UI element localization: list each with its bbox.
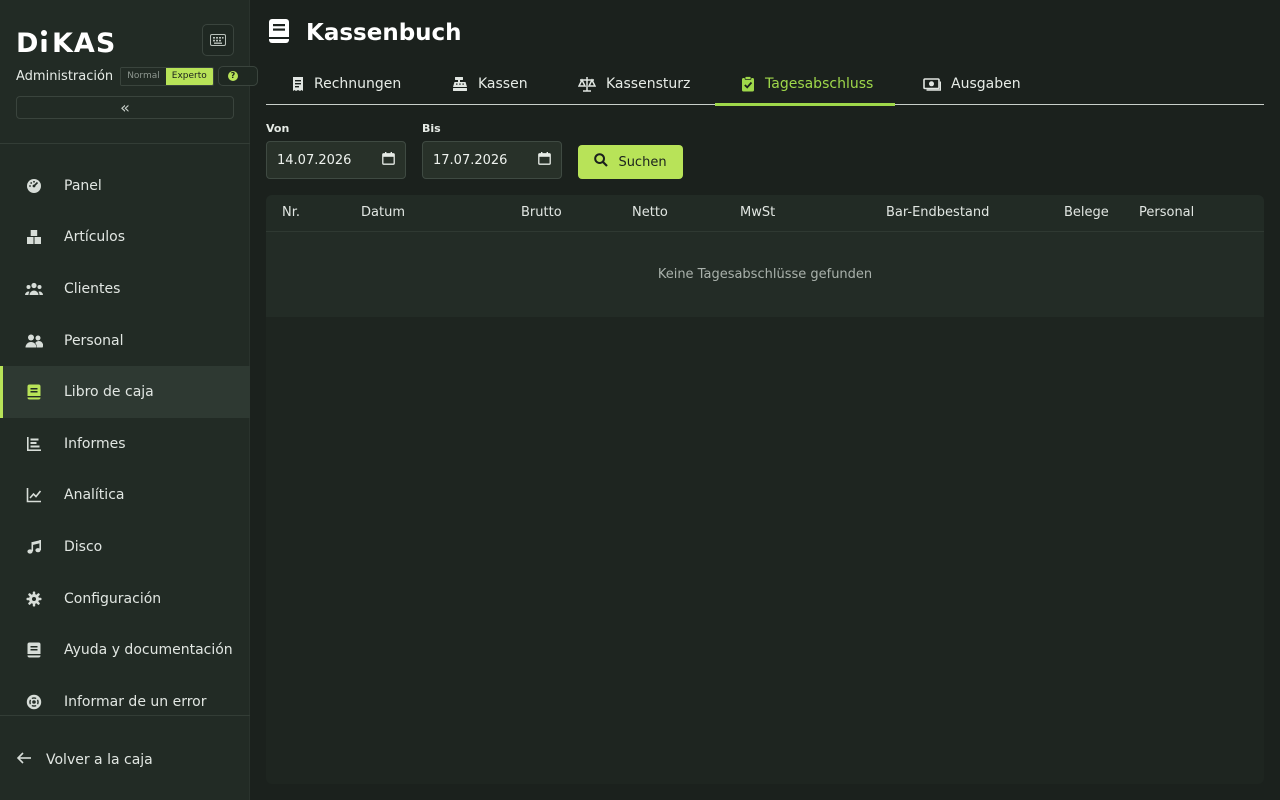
dashboard-icon [24, 176, 44, 196]
daily-closing-table: Nr. Datum Brutto Netto MwSt Bar-Endbesta… [266, 195, 1264, 784]
help-icon: ? [228, 71, 238, 81]
tab-kassen[interactable]: Kassen [452, 64, 528, 104]
sidebar-item-label: Disco [64, 538, 103, 555]
sidebar-item-label: Clientes [64, 280, 121, 297]
sidebar-item-label: Informar de un error [64, 693, 207, 710]
tab-tagesabschluss[interactable]: Tagesabschluss [715, 64, 895, 106]
boxes-icon [24, 227, 44, 247]
sidebar-item-configuracion[interactable]: Configuración [0, 573, 250, 625]
staff-icon [24, 331, 44, 351]
sidebar-item-informes[interactable]: Informes [0, 418, 250, 470]
mode-normal[interactable]: Normal [121, 67, 166, 85]
gear-icon [24, 589, 44, 609]
chevrons-left-icon: « [120, 98, 130, 117]
sidebar-item-clientes[interactable]: Clientes [0, 263, 250, 315]
divider [0, 143, 250, 144]
sidebar-item-libro-de-caja[interactable]: Libro de caja [0, 366, 250, 418]
arrow-left-icon [16, 750, 32, 769]
page-header: Kassenbuch [268, 18, 462, 48]
tab-bar: Rechnungen Kassen Kassensturz Tagesabsch… [266, 64, 1264, 106]
to-date-value: 17.07.2026 [433, 152, 508, 168]
users-icon [24, 279, 44, 299]
back-label: Volver a la caja [46, 751, 153, 768]
sidebar-item-ayuda[interactable]: Ayuda y documentación [0, 624, 250, 676]
from-date-input[interactable]: 14.07.2026 [266, 141, 406, 179]
role-row: Administración Normal Experto [16, 66, 214, 86]
book-icon [24, 382, 44, 402]
column-header-nr: Nr. [282, 205, 301, 220]
sidebar-item-label: Personal [64, 332, 124, 349]
lifebuoy-icon [24, 692, 44, 712]
back-to-register-button[interactable]: Volver a la caja [16, 750, 153, 769]
sidebar-item-label: Ayuda y documentación [64, 642, 233, 659]
line-chart-icon [24, 485, 44, 505]
sidebar-item-informar-error[interactable]: Informar de un error [0, 676, 250, 728]
tab-label: Rechnungen [314, 76, 402, 92]
money-icon [923, 77, 941, 91]
sidebar-nav: Panel Artículos Clientes Personal Libro … [0, 160, 250, 728]
book-icon [268, 18, 290, 48]
sidebar-item-articulos[interactable]: Artículos [0, 212, 250, 264]
sidebar-item-disco[interactable]: Disco [0, 521, 250, 573]
app-logo: D KAS [16, 24, 122, 67]
tab-rechnungen[interactable]: Rechnungen [292, 64, 401, 104]
keyboard-icon [210, 31, 226, 50]
column-header-bar-endbestand: Bar-Endbestand [886, 205, 990, 220]
calendar-icon[interactable] [382, 151, 395, 169]
tab-label: Ausgaben [951, 76, 1021, 92]
search-button[interactable]: Suchen [578, 145, 683, 179]
tab-label: Tagesabschluss [765, 76, 874, 92]
bar-chart-icon [24, 434, 44, 454]
cash-register-icon [452, 76, 468, 92]
tab-label: Kassen [478, 76, 528, 92]
search-button-label: Suchen [618, 154, 667, 170]
sidebar-item-label: Panel [64, 177, 102, 194]
column-header-mwst: MwSt [740, 205, 776, 220]
from-date-value: 14.07.2026 [277, 152, 352, 168]
sidebar-item-personal[interactable]: Personal [0, 315, 250, 367]
tab-label: Kassensturz [606, 76, 691, 92]
svg-text:KAS: KAS [52, 28, 116, 58]
divider [0, 715, 250, 716]
sidebar-item-label: Configuración [64, 590, 162, 607]
to-date-input[interactable]: 17.07.2026 [422, 141, 562, 179]
scale-icon [578, 76, 596, 92]
svg-text:D: D [16, 28, 39, 58]
page-title: Kassenbuch [306, 20, 462, 46]
music-icon [24, 537, 44, 557]
column-header-belege: Belege [1064, 205, 1109, 220]
empty-state-message: Keine Tagesabschlüsse gefunden [266, 232, 1264, 317]
sidebar-item-analitica[interactable]: Analítica [0, 470, 250, 522]
sidebar-item-label: Artículos [64, 229, 126, 246]
sidebar-item-label: Analítica [64, 487, 125, 504]
to-date-label: Bis [422, 122, 441, 135]
sidebar-item-label: Libro de caja [64, 384, 154, 401]
collapse-sidebar-button[interactable]: « [16, 96, 234, 119]
tab-kassensturz[interactable]: Kassensturz [578, 64, 690, 104]
column-header-datum: Datum [361, 205, 405, 220]
mode-toggle[interactable]: Normal Experto [120, 66, 214, 86]
column-header-brutto: Brutto [521, 205, 562, 220]
clipboard-check-icon [741, 76, 755, 92]
column-header-personal: Personal [1139, 205, 1195, 220]
sidebar-item-label: Informes [64, 435, 126, 452]
column-header-netto: Netto [632, 205, 668, 220]
sidebar: D KAS Administración Normal Experto ? « … [0, 0, 258, 800]
help-button[interactable]: ? [218, 66, 258, 86]
sidebar-item-panel[interactable]: Panel [0, 160, 250, 212]
document-icon [24, 640, 44, 660]
calendar-icon[interactable] [538, 151, 551, 169]
mode-expert[interactable]: Experto [165, 67, 213, 85]
from-date-label: Von [266, 122, 290, 135]
role-label: Administración [16, 68, 114, 84]
receipt-icon [292, 76, 304, 92]
keyboard-button[interactable] [202, 24, 234, 56]
tab-ausgaben[interactable]: Ausgaben [923, 64, 1021, 104]
search-icon [594, 153, 609, 171]
table-header: Nr. Datum Brutto Netto MwSt Bar-Endbesta… [266, 195, 1264, 232]
